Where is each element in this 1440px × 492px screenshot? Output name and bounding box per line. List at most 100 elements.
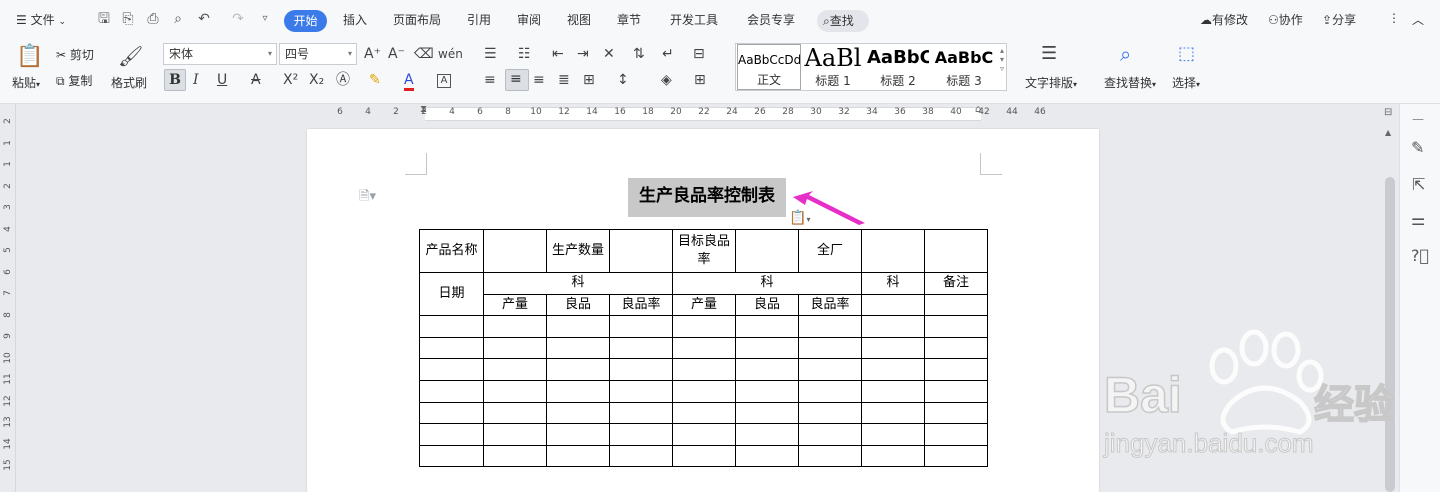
table-cell[interactable] [924, 229, 988, 273]
table-cell[interactable] [798, 423, 862, 446]
paste-icon[interactable]: 📋 [16, 44, 43, 70]
table-cell[interactable] [798, 336, 862, 360]
format-painter-icon[interactable]: 🖌 [118, 44, 143, 68]
shrink-font-icon[interactable]: A⁻ [388, 45, 405, 63]
table-cell[interactable] [861, 229, 925, 273]
font-color-icon[interactable]: A [404, 71, 414, 91]
bold-button[interactable]: B [164, 69, 186, 91]
table-cell[interactable] [798, 379, 862, 403]
table-cell[interactable]: 科 [483, 272, 673, 295]
underline-icon[interactable]: U [217, 71, 227, 89]
style-heading1[interactable]: AaBl 标题 1 [803, 44, 863, 90]
paste-button[interactable]: 粘贴▾ [12, 74, 40, 91]
font-name-select[interactable]: 宋体 ▾ [163, 43, 277, 65]
tab-developer[interactable]: 开发工具 [670, 11, 718, 28]
tab-member[interactable]: 会员专享 [747, 11, 795, 28]
table-cell[interactable] [924, 379, 988, 403]
table-cell[interactable] [672, 358, 736, 381]
justify-icon[interactable]: ≣ [558, 71, 570, 89]
table-cell[interactable] [924, 315, 988, 338]
table-cell[interactable] [924, 293, 988, 317]
tab-references[interactable]: 引用 [467, 11, 491, 28]
table-cell[interactable]: 全厂 [798, 229, 862, 273]
shading-icon[interactable]: ◈ [661, 71, 672, 89]
quick-access-dropdown-icon[interactable]: ▿ [257, 11, 273, 27]
scroll-up-icon[interactable]: ▲ [1385, 128, 1391, 137]
edit-icon[interactable]: ✎ [1411, 138, 1424, 157]
table-cell[interactable] [924, 444, 988, 468]
table-cell[interactable] [483, 315, 547, 338]
table-cell[interactable]: 良品 [735, 293, 799, 317]
more-icon[interactable]: ⋮ [1388, 11, 1400, 25]
table-cell[interactable]: 目标良品率 [672, 229, 736, 273]
table-cell[interactable] [924, 336, 988, 360]
file-menu[interactable]: ☰ 文件 ⌄ [16, 11, 66, 28]
undo-icon[interactable]: ↶ [196, 11, 212, 27]
select-icon[interactable]: ⬚ [1178, 45, 1195, 63]
cut-button[interactable]: ✂ 剪切 [56, 46, 94, 63]
table-cell[interactable] [735, 336, 799, 360]
format-painter-button[interactable]: 格式刷 [111, 74, 147, 91]
tab-page-layout[interactable]: 页面布局 [393, 11, 441, 28]
select-button[interactable]: 选择▾ [1172, 74, 1200, 91]
vertical-ruler[interactable]: 2 1 1 2 3 4 5 6 7 8 9 10 11 12 13 14 15 [0, 104, 16, 492]
table-cell[interactable] [735, 358, 799, 381]
table-cell[interactable] [672, 379, 736, 403]
table-cell[interactable] [546, 401, 610, 425]
table-cell[interactable] [419, 401, 484, 425]
line-spacing-icon[interactable]: ↕ [617, 71, 629, 89]
table-cell[interactable] [546, 379, 610, 403]
table-cell[interactable]: 科 [672, 272, 862, 295]
table-cell[interactable] [546, 358, 610, 381]
table-cell[interactable] [609, 379, 673, 403]
table-cell[interactable]: 科 [861, 272, 925, 295]
table-cell[interactable] [735, 315, 799, 338]
grow-font-icon[interactable]: A⁺ [364, 45, 381, 63]
collapse-ribbon-icon[interactable]: ︿ [1412, 11, 1424, 28]
distribute-icon[interactable]: ⊞ [583, 71, 595, 89]
search-button[interactable]: ⌕查找 [817, 10, 869, 32]
style-heading2[interactable]: AaBbC 标题 2 [867, 44, 929, 90]
table-cell[interactable] [798, 444, 862, 468]
table-cell[interactable]: 产品名称 [419, 229, 484, 273]
table-cell[interactable] [483, 336, 547, 360]
table-cell[interactable] [672, 423, 736, 446]
subscript-icon[interactable]: X₂ [309, 71, 324, 89]
table-cell[interactable] [861, 315, 925, 338]
table-cell[interactable] [546, 423, 610, 446]
tab-review[interactable]: 审阅 [517, 11, 541, 28]
table-cell[interactable] [861, 293, 925, 317]
show-marks-icon[interactable]: ↵ [662, 45, 674, 63]
decrease-indent-icon[interactable]: ⇤ [552, 45, 564, 63]
table-cell[interactable] [735, 229, 799, 273]
style-scroll-icon[interactable]: ▴ ▾ ▿ [1000, 46, 1004, 73]
strikethrough-icon[interactable]: A [251, 71, 261, 89]
collapse-panel-icon[interactable]: — [1412, 112, 1424, 126]
style-normal[interactable]: AaBbCcDd 正文 [737, 44, 801, 90]
document-page[interactable]: 🗎▾ 生产良品率控制表 📋▾ 产品名称 生产数量 目标良品率 全厂 日期 科 科… [307, 129, 1099, 492]
table-cell[interactable] [419, 358, 484, 381]
table-cell[interactable] [483, 423, 547, 446]
horizontal-ruler[interactable]: ⧗ ⌂ 6 4 2 2 4 6 8 10 12 14 16 18 20 22 24 26 28 30 32 34 36 3… [320, 104, 1100, 124]
tab-stops-icon[interactable]: ⊟ [693, 45, 705, 63]
table-cell[interactable] [735, 444, 799, 468]
find-replace-button[interactable]: 查找替换▾ [1104, 74, 1156, 91]
changes-button[interactable]: ☁有修改 [1200, 11, 1248, 28]
table-cell[interactable] [861, 401, 925, 425]
print-icon[interactable]: ⎙ [145, 11, 161, 27]
table-cell[interactable]: 良品 [546, 293, 610, 317]
table-cell[interactable] [924, 358, 988, 381]
table-cell[interactable] [609, 336, 673, 360]
table-cell[interactable] [672, 444, 736, 468]
table-cell[interactable] [861, 336, 925, 360]
align-left-icon[interactable]: ≡ [484, 71, 496, 89]
style-heading3[interactable]: AaBbC 标题 3 [933, 44, 995, 90]
table-cell[interactable] [798, 358, 862, 381]
paragraph-handle-icon[interactable]: 🗎▾ [359, 187, 376, 209]
copy-button[interactable]: ⧉ 复制 [56, 72, 92, 89]
table-cell[interactable] [924, 423, 988, 446]
help-icon[interactable]: ?⃝ [1411, 246, 1429, 265]
table-cell[interactable] [798, 315, 862, 338]
tab-insert[interactable]: 插入 [343, 11, 367, 28]
table-cell[interactable] [483, 229, 547, 273]
